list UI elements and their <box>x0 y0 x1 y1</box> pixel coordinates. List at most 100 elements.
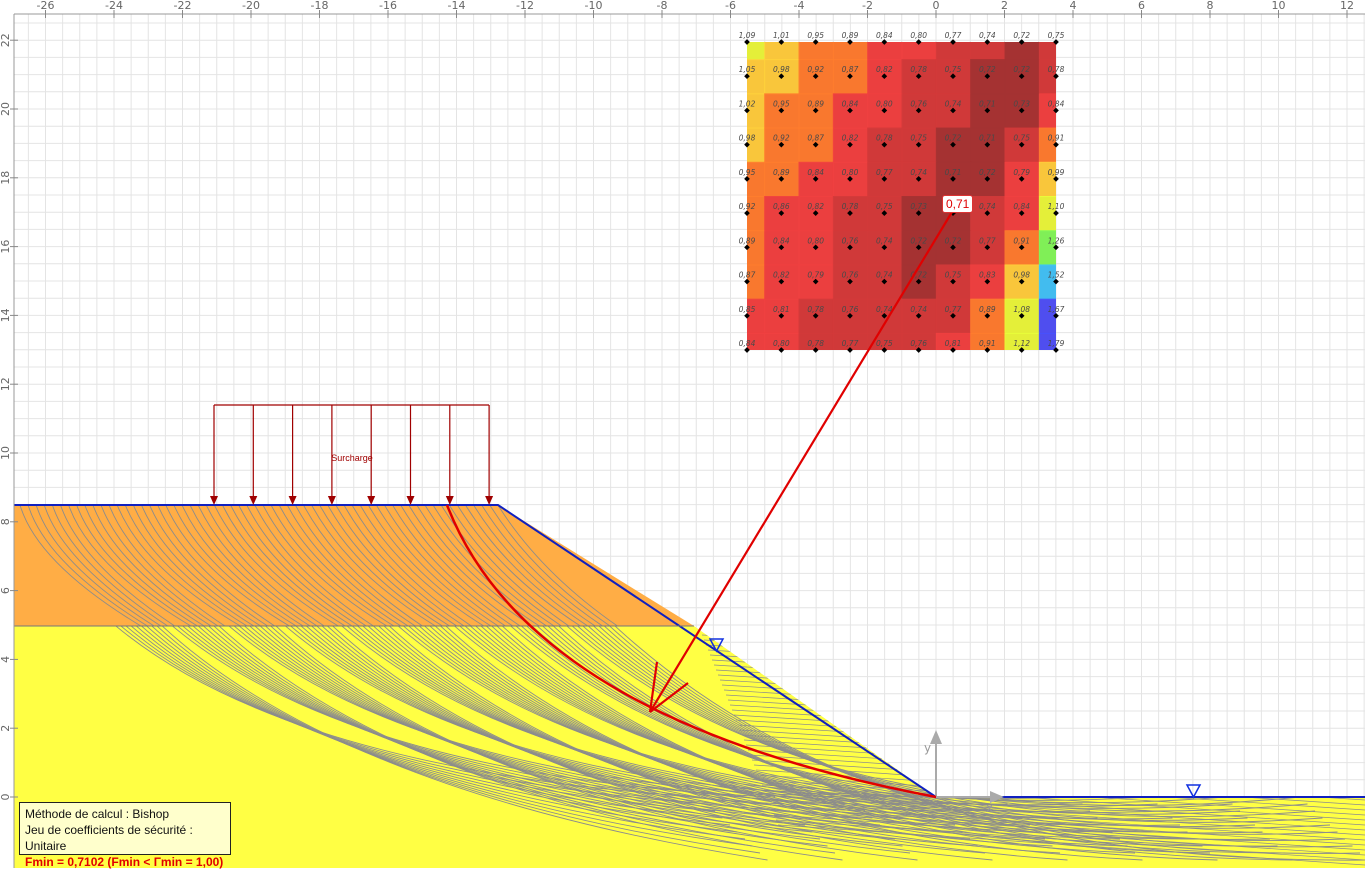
heatmap-value: 1,52 <box>1048 271 1065 280</box>
heatmap-value: 0,98 <box>1013 271 1030 280</box>
heatmap-value: 0,74 <box>979 31 996 40</box>
y-tick-label: 10 <box>0 446 12 460</box>
heatmap-value: 0,79 <box>1013 168 1030 177</box>
heatmap-value: 0,89 <box>842 31 859 40</box>
heatmap-value: 0,84 <box>1013 202 1030 211</box>
heatmap-value: 0,79 <box>807 271 824 280</box>
heatmap-value: 0,76 <box>910 99 927 108</box>
heatmap-value: 0,75 <box>1013 134 1030 143</box>
x-tick-label: -14 <box>448 0 466 12</box>
heatmap-value: 0,76 <box>842 271 859 280</box>
heatmap-value: 0,98 <box>739 134 756 143</box>
y-tick-label: 2 <box>0 725 12 732</box>
heatmap-value: 0,82 <box>876 65 893 74</box>
heatmap-value: 0,72 <box>1013 31 1030 40</box>
heatmap-value: 0,75 <box>876 202 893 211</box>
x-tick-label: 6 <box>1138 0 1145 12</box>
surcharge-label: Surcharge <box>331 453 373 463</box>
heatmap-value: 0,92 <box>739 202 756 211</box>
heatmap-value: 0,91 <box>1048 134 1065 143</box>
x-tick-label: -4 <box>794 0 805 12</box>
heatmap-value: 0,74 <box>876 271 893 280</box>
heatmap-value: 0,82 <box>807 202 824 211</box>
heatmap-value: 0,80 <box>876 99 893 108</box>
heatmap-value: 0,75 <box>876 339 893 348</box>
heatmap-value: 0,81 <box>945 339 962 348</box>
heatmap-value: 0,71 <box>979 134 996 143</box>
x-tick-label: -12 <box>516 0 534 12</box>
heatmap-value: 0,77 <box>945 305 962 314</box>
heatmap-value: 0,81 <box>773 305 790 314</box>
heatmap-value: 1,02 <box>739 99 756 108</box>
y-tick-label: 22 <box>0 33 12 47</box>
x-tick-label: -10 <box>585 0 603 12</box>
heatmap-value: 0,76 <box>842 236 859 245</box>
heatmap-value: 0,84 <box>842 99 859 108</box>
heatmap-value: 1,79 <box>1048 339 1065 348</box>
heatmap-value: 0,74 <box>910 168 927 177</box>
heatmap-value: 0,89 <box>807 99 824 108</box>
x-tick-label: 4 <box>1070 0 1077 12</box>
heatmap-value: 0,72 <box>945 236 962 245</box>
heatmap-value: 0,95 <box>807 31 824 40</box>
heatmap-value: 1,01 <box>773 31 790 40</box>
heatmap-value: 0,77 <box>945 31 962 40</box>
x-tick-label: 8 <box>1207 0 1214 12</box>
y-tick-label: 16 <box>0 240 12 254</box>
heatmap-value: 0,89 <box>773 168 790 177</box>
results-info-box: Méthode de calcul : Bishop Jeu de coeffi… <box>19 802 231 869</box>
heatmap-value: 0,87 <box>807 134 824 143</box>
heatmap-value: 0,77 <box>979 236 996 245</box>
heatmap-value: 0,80 <box>773 339 790 348</box>
y-tick-label: 0 <box>0 794 12 801</box>
heatmap-value: 0,78 <box>876 134 893 143</box>
heatmap-value: 0,80 <box>807 236 824 245</box>
heatmap-value: 0,75 <box>1048 31 1065 40</box>
y-tick-label: 14 <box>0 308 12 322</box>
slope-stability-canvas[interactable]: Surcharge y x 1,09 1,01 0,95 0,89 0,84 0,80 0,… <box>0 0 1365 868</box>
heatmap-value: 0,99 <box>1048 168 1065 177</box>
x-tick-label: 10 <box>1272 0 1286 12</box>
heatmap-value: 0,80 <box>910 31 927 40</box>
heatmap-value: 0,78 <box>807 339 824 348</box>
heatmap-value: 0,84 <box>807 168 824 177</box>
heatmap-value: 1,12 <box>1013 339 1030 348</box>
x-tick-label: -20 <box>242 0 260 12</box>
heatmap-value: 0,76 <box>910 339 927 348</box>
heatmap-value: 0,87 <box>842 65 859 74</box>
heatmap-value: 0,84 <box>1048 99 1065 108</box>
heatmap-value: 0,85 <box>739 305 756 314</box>
heatmap-value: 0,84 <box>773 236 790 245</box>
heatmap-value: 0,77 <box>842 339 859 348</box>
y-tick-label: 20 <box>0 102 12 116</box>
heatmap-value: 1,05 <box>739 65 756 74</box>
heatmap-value: 0,92 <box>773 134 790 143</box>
y-tick-label: 4 <box>0 656 12 663</box>
x-tick-label: 0 <box>933 0 940 12</box>
heatmap-value: 0,72 <box>979 65 996 74</box>
x-tick-label: -26 <box>37 0 55 12</box>
min-safety-factor-tag: 0,71 <box>942 195 974 213</box>
heatmap-value: 0,95 <box>773 99 790 108</box>
axis-y-label: y <box>924 741 931 755</box>
heatmap-value: 0,83 <box>979 271 996 280</box>
heatmap-value: 0,74 <box>876 236 893 245</box>
upper-soil-layer <box>14 505 694 626</box>
heatmap-value: 0,78 <box>1048 65 1065 74</box>
heatmap-value: 0,72 <box>945 134 962 143</box>
x-tick-label: -16 <box>379 0 397 12</box>
heatmap-value: 0,75 <box>945 271 962 280</box>
heatmap-value: 0,91 <box>1013 236 1030 245</box>
heatmap-value: 1,08 <box>1013 305 1030 314</box>
y-tick-label: 6 <box>0 587 12 594</box>
heatmap-value: 0,74 <box>945 99 962 108</box>
heatmap-value: 0,95 <box>739 168 756 177</box>
heatmap-value: 0,71 <box>945 168 962 177</box>
heatmap-value: 0,78 <box>910 65 927 74</box>
safety-coefficients: Jeu de coefficients de sécurité : Unitai… <box>25 823 193 853</box>
axis-x-label: x <box>986 801 993 815</box>
heatmap-value: 0,74 <box>979 202 996 211</box>
heatmap-value: 0,72 <box>910 236 927 245</box>
heatmap-value: 0,84 <box>739 339 756 348</box>
heatmap-value: 0,80 <box>842 168 859 177</box>
